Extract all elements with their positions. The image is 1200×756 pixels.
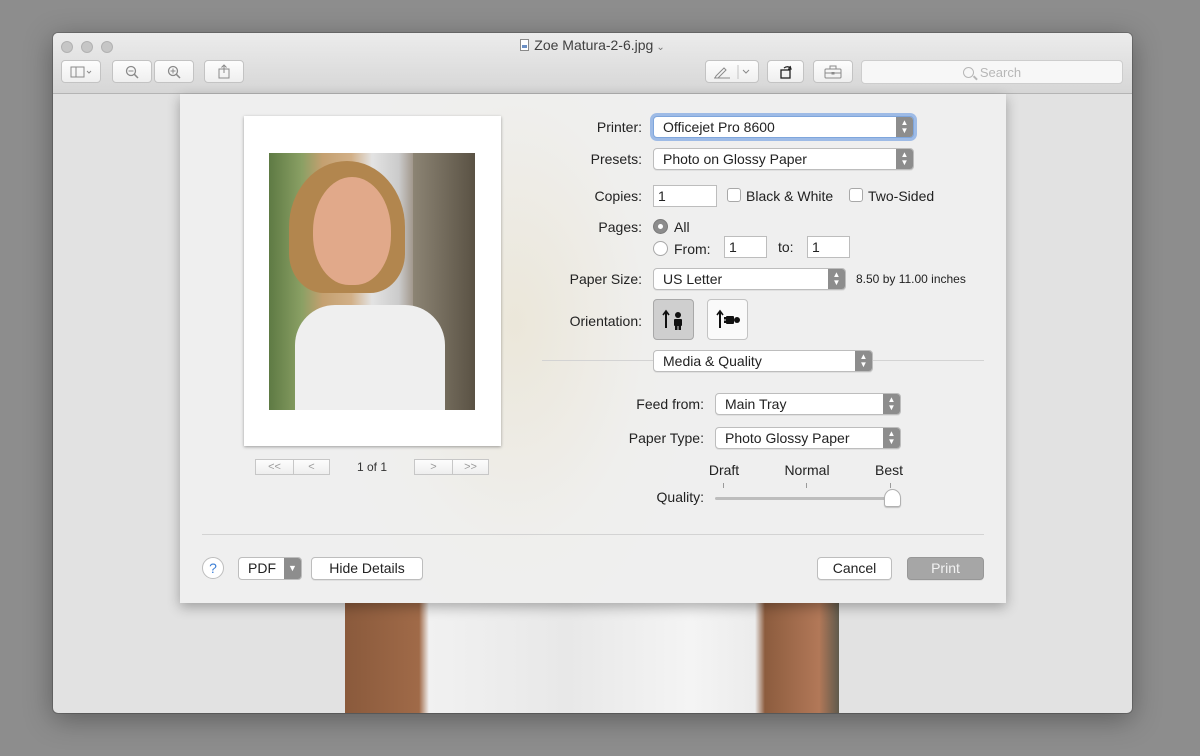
preview-face [313,177,391,285]
paper-type-select[interactable]: Photo Glossy Paper ▲ ▼ [715,427,901,449]
help-button[interactable]: ? [202,557,224,579]
toolbox-icon [824,65,842,78]
portrait-icon [661,309,682,330]
search-field[interactable]: Search [861,60,1123,84]
paper-type-label: Paper Type: [628,430,704,446]
presets-select[interactable]: Photo on Glossy Paper ▲ ▼ [653,148,914,170]
first-page-button[interactable]: << [255,459,294,475]
pages-range-radio[interactable] [653,241,668,256]
orientation-label: Orientation: [569,313,642,329]
sidebar-button[interactable] [61,60,101,83]
pages-all-radio[interactable] [653,219,668,234]
document-image [345,602,839,713]
share-button[interactable] [204,60,244,83]
prev-page-button[interactable]: < [294,459,330,475]
portrait-orientation-button[interactable] [653,299,694,340]
print-preview-page [244,116,501,446]
markup-pen-icon [714,64,750,79]
sidebar-icon [70,66,92,77]
landscape-orientation-button[interactable] [707,299,748,340]
last-page-button[interactable]: >> [453,459,489,475]
quality-label: Quality: [656,489,704,505]
pager-forward: > >> [414,459,489,475]
paper-type-value: Photo Glossy Paper [725,430,850,446]
landscape-icon [715,309,740,328]
pager-back: << < [255,459,330,475]
quality-draft-label: Draft [708,462,740,478]
document-icon [520,39,530,51]
feed-from-value: Main Tray [725,396,787,412]
toolbox-button[interactable] [813,60,853,83]
pages-to-label: to: [778,239,794,255]
quality-best-label: Best [874,462,903,478]
printer-label: Printer: [596,119,642,135]
search-placeholder: Search [979,64,1022,80]
chevron-down-icon: ⌄ [656,42,665,53]
print-dialog: << < 1 of 1 > >> Printer: Officejet Pro … [180,94,1006,603]
next-page-button[interactable]: > [414,459,453,475]
pdf-menu-button[interactable]: PDF ▼ [238,557,302,580]
window-title[interactable]: Zoe Matura-2-6.jpg ⌄ [53,37,1132,53]
markup-button[interactable] [705,60,759,83]
paper-size-value: US Letter [663,271,723,287]
preview-shirt [295,305,445,410]
rotate-button[interactable] [767,60,804,83]
copies-label: Copies: [594,188,642,204]
hide-details-button[interactable]: Hide Details [311,557,423,580]
copies-field[interactable]: 1 [653,185,717,207]
zoom-out-button[interactable] [112,60,152,83]
black-white-label: Black & White [746,188,834,204]
search-icon [962,66,974,78]
cancel-button[interactable]: Cancel [817,557,892,580]
pages-all-label: All [674,219,690,235]
printer-value: Officejet Pro 8600 [663,119,775,135]
print-button[interactable]: Print [907,557,984,580]
two-sided-checkbox[interactable] [849,188,863,202]
paper-size-dimensions: 8.50 by 11.00 inches [856,272,966,286]
pages-to-field[interactable]: 1 [807,236,850,258]
quality-tick [806,483,807,488]
zoom-in-icon [167,65,181,79]
up-down-arrows-icon: ▲ ▼ [855,351,872,371]
up-down-arrows-icon: ▲ ▼ [883,428,900,448]
quality-tick [723,483,724,488]
share-icon [218,64,230,79]
black-white-checkbox[interactable] [727,188,741,202]
quality-normal-label: Normal [784,462,830,478]
pdf-label: PDF [248,560,276,576]
feed-from-select[interactable]: Main Tray ▲ ▼ [715,393,901,415]
pages-label: Pages: [598,219,642,235]
presets-value: Photo on Glossy Paper [663,151,807,167]
up-down-arrows-icon: ▲ ▼ [883,394,900,414]
preview-window: Zoe Matura-2-6.jpg ⌄ Search << < 1 of 1 … [53,33,1132,713]
preview-photo [269,153,475,410]
section-select[interactable]: Media & Quality ▲ ▼ [653,350,873,372]
paper-size-select[interactable]: US Letter ▲ ▼ [653,268,846,290]
title-bar: Zoe Matura-2-6.jpg ⌄ Search [53,33,1132,94]
up-down-arrows-icon: ▲ ▼ [896,117,913,137]
pages-from-label: From: [674,241,711,257]
zoom-out-icon [125,65,139,79]
footer-divider [202,534,984,535]
paper-size-label: Paper Size: [569,271,642,287]
zoom-in-button[interactable] [154,60,194,83]
presets-label: Presets: [590,151,642,167]
pages-from-field[interactable]: 1 [724,236,767,258]
feed-from-label: Feed from: [636,396,704,412]
page-count: 1 of 1 [356,460,388,474]
section-value: Media & Quality [663,353,762,369]
quality-slider-knob[interactable] [884,489,901,507]
window-title-text: Zoe Matura-2-6.jpg [534,37,654,53]
two-sided-label: Two-Sided [868,188,935,204]
rotate-icon [779,65,792,79]
chevron-down-icon: ▼ [284,558,301,579]
quality-slider[interactable] [715,489,901,507]
printer-select[interactable]: Officejet Pro 8600 ▲ ▼ [653,116,914,138]
up-down-arrows-icon: ▲ ▼ [828,269,845,289]
quality-tick [890,483,891,488]
up-down-arrows-icon: ▲ ▼ [896,149,913,169]
